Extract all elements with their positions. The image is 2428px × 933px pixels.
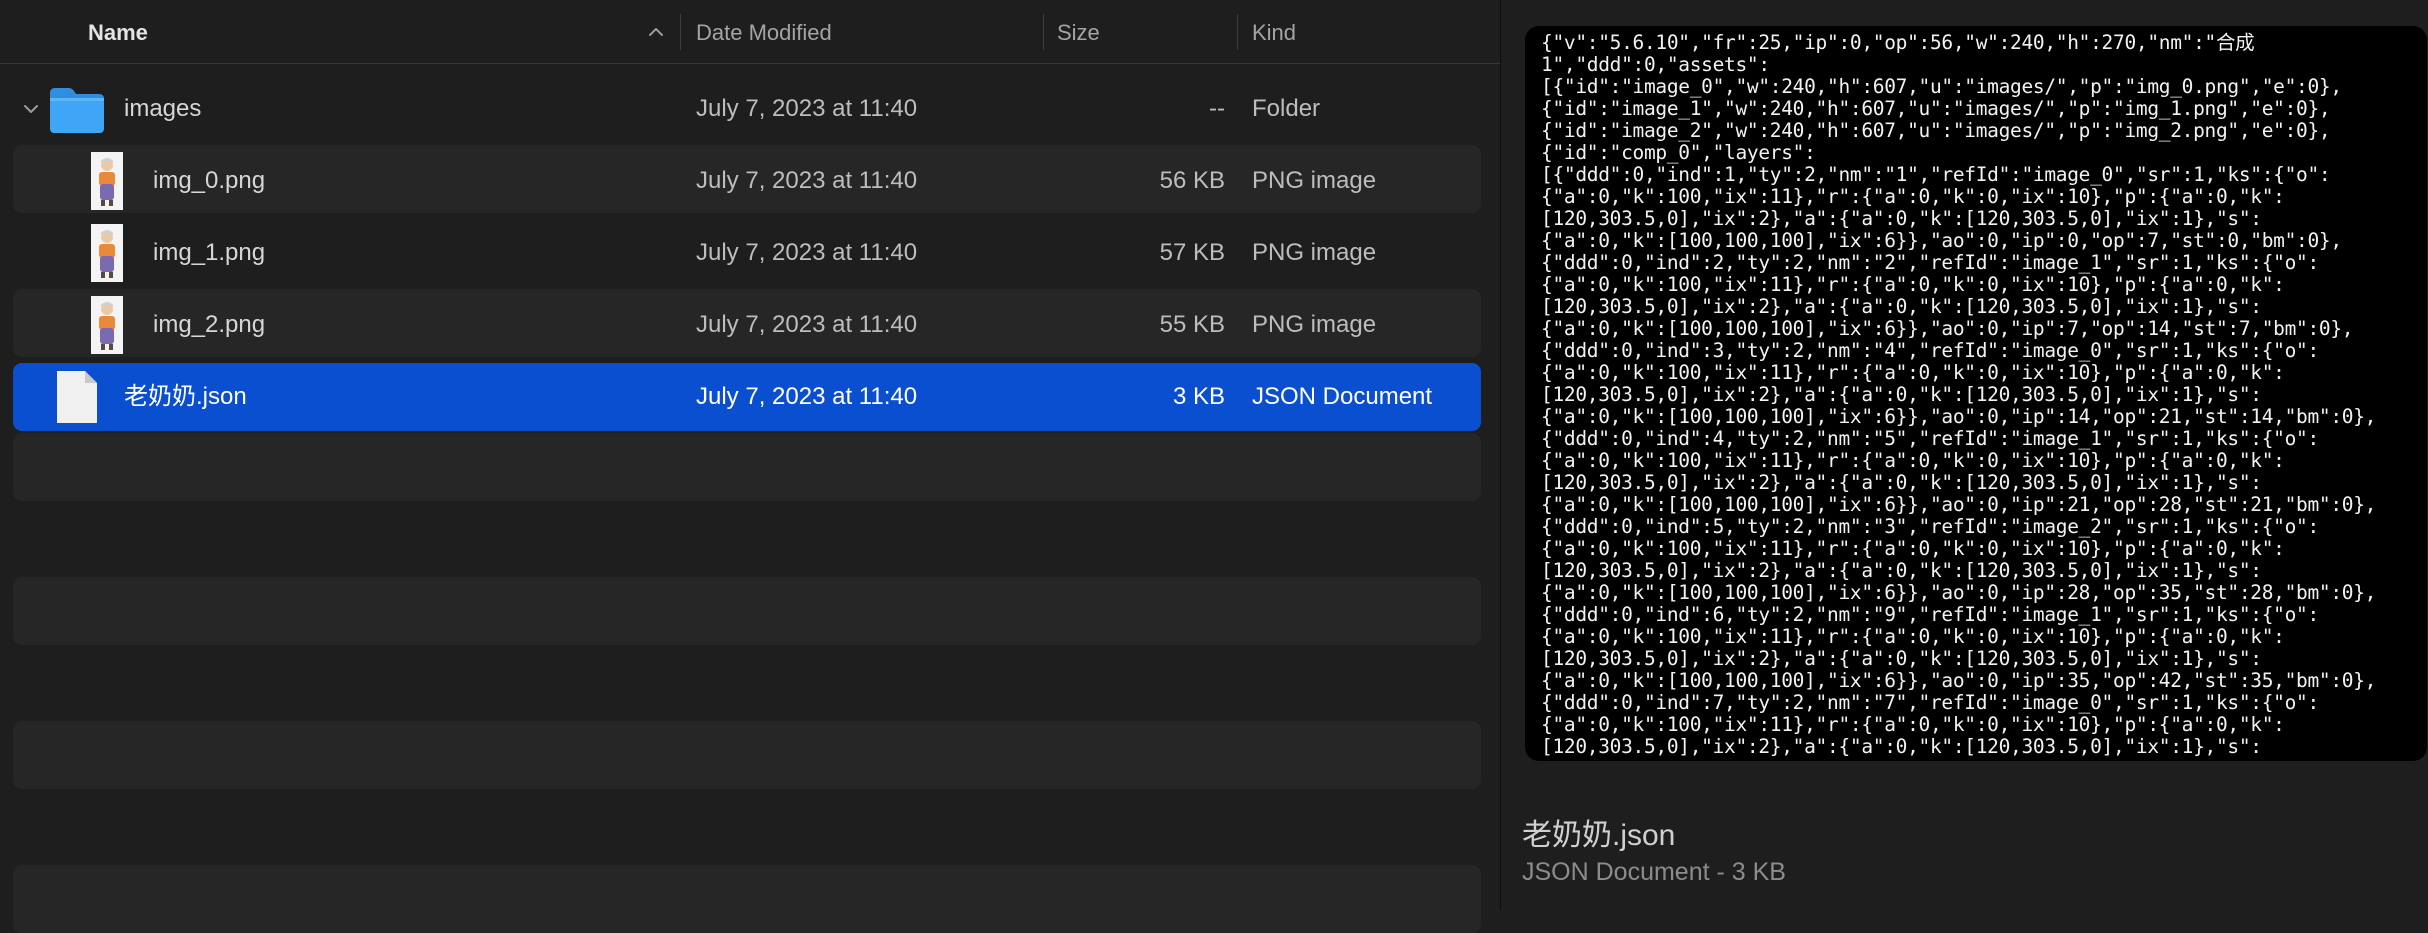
json-content-line: {"a":0,"k":100,"ix":11},"r":{"a":0,"k":0… [1541,449,2285,472]
file-size: -- [1209,95,1225,122]
column-separator[interactable] [1043,14,1044,50]
column-header-kind[interactable]: Kind [1252,0,1296,63]
list-stripe [13,433,1481,501]
json-content-line: {"a":0,"k":100,"ix":11},"r":{"a":0,"k":0… [1541,713,2285,736]
json-content-line: {"v":"5.6.10","fr":25,"ip":0,"op":56,"w"… [1541,31,2255,54]
json-content-line: {"id":"image_1","w":240,"h":607,"u":"ima… [1541,97,2331,120]
preview-file-info: JSON Document - 3 KB [1522,858,1786,886]
json-content-line: {"ddd":0,"ind":2,"ty":2,"nm":"2","refId"… [1541,251,2319,274]
json-content-line: {"id":"image_2","w":240,"h":607,"u":"ima… [1541,119,2331,142]
json-content-line: {"a":0,"k":[100,100,100],"ix":6}},"ao":0… [1541,581,2377,604]
json-document-icon [57,371,97,423]
column-header-size[interactable]: Size [1057,0,1100,63]
file-kind: PNG image [1252,311,1377,338]
json-content-line: {"a":0,"k":[100,100,100],"ix":6}},"ao":0… [1541,317,2354,340]
png-thumbnail-icon [91,224,123,282]
column-header-date-modified[interactable]: Date Modified [696,0,832,63]
json-content-text: {"v":"5.6.10","fr":25,"ip":0,"op":56,"w"… [1541,32,2421,758]
preview-file-name: 老奶奶.json [1522,819,1676,852]
json-content-line: [{"id":"image_0","w":240,"h":607,"u":"im… [1541,75,2342,98]
json-content-line: {"id":"comp_0","layers": [1541,141,1816,164]
file-row-img-2[interactable]: img_2.png July 7, 2023 at 11:40 55 KB PN… [13,291,1481,359]
file-date-modified: July 7, 2023 at 11:40 [696,383,918,410]
file-name: img_0.png [153,167,266,194]
json-content-line: [120,303.5,0],"ix":2},"a":{"a":0,"k":[12… [1541,383,2262,406]
file-row-images[interactable]: images July 7, 2023 at 11:40 -- Folder [13,75,1481,143]
file-kind: PNG image [1252,239,1377,266]
json-content-line: [120,303.5,0],"ix":2},"a":{"a":0,"k":[12… [1541,207,2262,230]
column-separator[interactable] [1237,14,1238,50]
json-content-line: {"a":0,"k":100,"ix":11},"r":{"a":0,"k":0… [1541,361,2285,384]
file-date-modified: July 7, 2023 at 11:40 [696,311,918,338]
folder-icon [50,88,104,133]
file-date-modified: July 7, 2023 at 11:40 [696,167,918,194]
json-content-line: [120,303.5,0],"ix":2},"a":{"a":0,"k":[12… [1541,471,2262,494]
file-kind: JSON Document [1252,383,1433,410]
json-content-line: [120,303.5,0],"ix":2},"a":{"a":0,"k":[12… [1541,647,2262,670]
json-content-line: 1","ddd":0,"assets": [1541,53,1770,76]
file-name: img_2.png [153,311,266,338]
json-content-line: [120,303.5,0],"ix":2},"a":{"a":0,"k":[12… [1541,735,2262,758]
file-name: img_1.png [153,239,266,266]
json-content-line: {"a":0,"k":[100,100,100],"ix":6}},"ao":0… [1541,493,2377,516]
column-separator[interactable] [680,14,681,50]
column-header-bar: Name Date Modified Size Kind [0,0,1500,64]
json-content-line: [120,303.5,0],"ix":2},"a":{"a":0,"k":[12… [1541,559,2262,582]
file-size: 55 KB [1159,311,1225,338]
json-content-line: {"a":0,"k":100,"ix":11},"r":{"a":0,"k":0… [1541,273,2285,296]
json-content-line: {"a":0,"k":100,"ix":11},"r":{"a":0,"k":0… [1541,185,2285,208]
sort-ascending-icon[interactable] [644,20,668,44]
json-content-line: {"ddd":0,"ind":7,"ty":2,"nm":"7","refId"… [1541,691,2319,714]
png-thumbnail-icon [91,296,123,354]
file-size: 57 KB [1159,239,1225,266]
file-row-img-0[interactable]: img_0.png July 7, 2023 at 11:40 56 KB PN… [13,147,1481,215]
file-name: images [124,95,202,122]
json-content-line: {"ddd":0,"ind":4,"ty":2,"nm":"5","refId"… [1541,427,2319,450]
preview-pane: {"v":"5.6.10","fr":25,"ip":0,"op":56,"w"… [1501,0,2428,910]
json-content-line: {"ddd":0,"ind":6,"ty":2,"nm":"9","refId"… [1541,603,2319,626]
chevron-down-icon[interactable] [21,99,41,119]
file-size: 56 KB [1159,167,1225,194]
file-row-img-1[interactable]: img_1.png July 7, 2023 at 11:40 57 KB PN… [13,219,1481,287]
json-content-line: [120,303.5,0],"ix":2},"a":{"a":0,"k":[12… [1541,295,2262,318]
png-thumbnail-icon [91,152,123,210]
file-kind: Folder [1252,95,1321,122]
list-stripe [13,577,1481,645]
column-header-name[interactable]: Name [88,0,148,63]
list-stripe [13,865,1481,933]
file-list-pane: Name Date Modified Size Kind images July… [0,0,1500,933]
file-row-json-selected[interactable]: 老奶奶.json July 7, 2023 at 11:40 3 KB JSON… [13,363,1481,431]
json-content-line: {"a":0,"k":[100,100,100],"ix":6}},"ao":0… [1541,405,2377,428]
json-content-line: {"a":0,"k":[100,100,100],"ix":6}},"ao":0… [1541,669,2377,692]
json-content-line: [{"ddd":0,"ind":1,"ty":2,"nm":"1","refId… [1541,163,2331,186]
json-content-line: {"ddd":0,"ind":3,"ty":2,"nm":"4","refId"… [1541,339,2319,362]
json-content-line: {"ddd":0,"ind":5,"ty":2,"nm":"3","refId"… [1541,515,2319,538]
file-date-modified: July 7, 2023 at 11:40 [696,239,918,266]
list-stripe [13,721,1481,789]
json-content-line: {"a":0,"k":100,"ix":11},"r":{"a":0,"k":0… [1541,537,2285,560]
file-date-modified: July 7, 2023 at 11:40 [696,95,918,122]
json-content-line: {"a":0,"k":100,"ix":11},"r":{"a":0,"k":0… [1541,625,2285,648]
json-content-line: {"a":0,"k":[100,100,100],"ix":6}},"ao":0… [1541,229,2342,252]
file-size: 3 KB [1172,383,1225,410]
file-name: 老奶奶.json [124,383,247,410]
file-kind: PNG image [1252,167,1377,194]
file-content-preview[interactable]: {"v":"5.6.10","fr":25,"ip":0,"op":56,"w"… [1525,26,2427,761]
